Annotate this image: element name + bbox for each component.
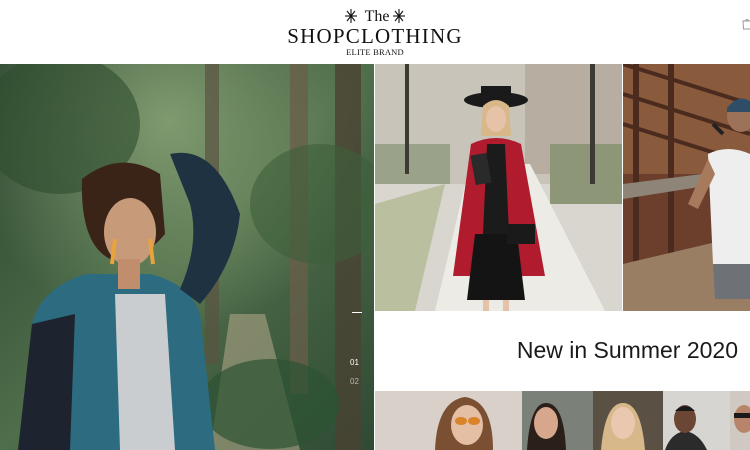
slide-active-indicator (352, 312, 362, 313)
brand-logo[interactable]: The SHOPCLOTHING ELITE BRAND (280, 4, 470, 62)
promo-title: New in Summer 2020 (516, 337, 738, 363)
street-photo-image (375, 64, 622, 311)
logo-top-row: The (280, 6, 470, 26)
thumb-image-1 (375, 391, 522, 450)
slide-01[interactable]: 01 (350, 358, 364, 368)
thumb-image-3 (593, 391, 663, 450)
slide-02[interactable]: 02 (350, 377, 364, 387)
site-header: The SHOPCLOTHING ELITE BRAND (0, 0, 750, 64)
blonde-woman-thumb[interactable] (593, 391, 663, 450)
street-red-coat-photo[interactable] (375, 64, 622, 311)
thumb-image-2 (522, 391, 593, 450)
man-jacket-thumb[interactable] (663, 391, 730, 450)
thumb-image-5 (730, 391, 750, 450)
logo-wordmark: SHOPCLOTHING (287, 24, 463, 48)
man-sunglasses-thumb[interactable] (730, 391, 750, 450)
hero-slider[interactable]: 01 02 (0, 64, 374, 450)
cart-icon[interactable] (742, 18, 750, 30)
sparkle-left-icon (345, 9, 357, 23)
logo-tagline: ELITE BRAND (346, 47, 404, 57)
thumb-image-4 (663, 391, 730, 450)
woman-sunglasses-thumb[interactable] (375, 391, 522, 450)
bridge-man-white-tee-photo[interactable] (623, 64, 750, 311)
hero-photo (0, 64, 374, 450)
slide-pagination: 01 02 (350, 358, 364, 387)
sparkle-right-icon (393, 9, 405, 23)
promo-banner[interactable]: New in Summer 2020 (375, 311, 750, 391)
woman-portrait-thumb[interactable] (522, 391, 593, 450)
bridge-photo-image (623, 64, 750, 311)
